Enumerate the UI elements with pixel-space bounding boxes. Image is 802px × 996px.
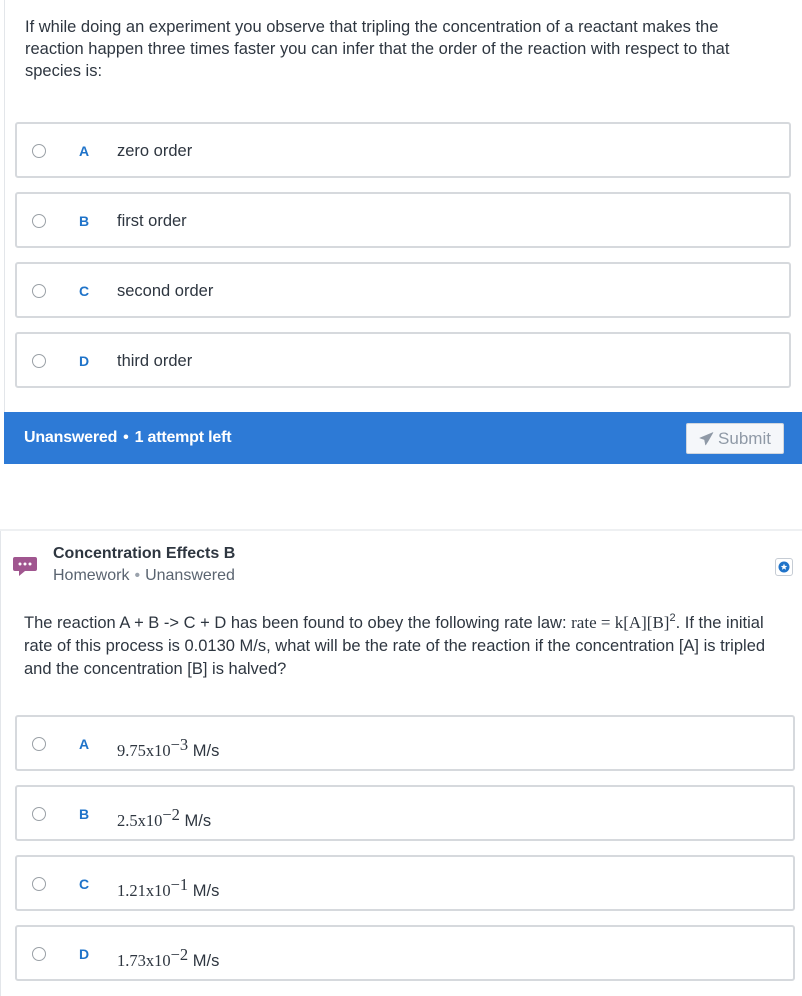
option-text: first order: [117, 212, 187, 230]
chat-bubble-icon: [13, 557, 37, 576]
question-title: Concentration Effects B: [53, 545, 236, 562]
radio-button[interactable]: [32, 144, 46, 158]
question-2-text: The reaction A + B -> C + D has been fou…: [24, 607, 784, 681]
option-letter: C: [79, 283, 90, 299]
q2-option-d[interactable]: D 1.73x10−2 M/s: [15, 925, 795, 981]
option-unit: M/s: [188, 882, 220, 900]
radio-button[interactable]: [32, 284, 46, 298]
option-letter: A: [79, 143, 90, 159]
radio-button[interactable]: [32, 214, 46, 228]
radio-button[interactable]: [32, 737, 46, 751]
subtitle-separator: •: [134, 567, 141, 584]
option-exponent: −2: [170, 945, 189, 964]
radio-button[interactable]: [32, 877, 46, 891]
option-letter: B: [79, 213, 90, 229]
attempts-left: 1 attempt left: [134, 429, 232, 446]
submit-button[interactable]: Submit: [686, 423, 784, 454]
question-subtitle: Homework • Unanswered: [53, 567, 235, 585]
option-unit: M/s: [188, 952, 220, 970]
question-category: Homework: [53, 567, 130, 584]
question-2-text-before: The reaction A + B -> C + D has been fou…: [24, 614, 572, 632]
option-text: second order: [117, 282, 214, 300]
status-state: Unanswered: [24, 429, 118, 446]
rate-law: rate = k[A][B]: [571, 613, 670, 632]
option-unit: M/s: [188, 742, 220, 760]
submit-label: Submit: [718, 429, 771, 448]
status-separator: •: [123, 429, 129, 446]
q1-option-a[interactable]: A zero order: [15, 122, 791, 178]
q2-option-c[interactable]: C 1.21x10−1 M/s: [15, 855, 795, 911]
option-exponent: −1: [170, 875, 189, 894]
question-2-card: A 9.75x10−3 M/s B 2.5x10−2 M/s C 1.21x10…: [0, 531, 802, 996]
option-letter: A: [79, 736, 90, 752]
option-exponent: −2: [162, 805, 180, 824]
answer-status-bar: Unanswered • 1 attempt left Submit: [4, 412, 802, 464]
option-text: 1.73x10−2 M/s: [117, 945, 219, 971]
radio-button[interactable]: [32, 947, 46, 961]
option-exponent: −3: [170, 735, 189, 754]
option-letter: B: [79, 806, 90, 822]
option-text: third order: [117, 352, 193, 370]
radio-button[interactable]: [32, 807, 46, 821]
option-mantissa: 1.73x10: [117, 951, 171, 970]
question-1-text: If while doing an experiment you observe…: [25, 18, 730, 80]
question-status: Unanswered: [145, 567, 235, 584]
star-icon: [778, 561, 790, 573]
send-icon: [699, 432, 714, 446]
option-mantissa: 1.21x10: [117, 881, 171, 900]
option-letter: D: [79, 946, 90, 962]
q1-option-c[interactable]: C second order: [15, 262, 791, 318]
q2-option-a[interactable]: A 9.75x10−3 M/s: [15, 715, 795, 771]
bookmark-button[interactable]: [775, 558, 793, 576]
option-mantissa: 2.5x10: [117, 811, 163, 830]
option-text: 2.5x10−2 M/s: [117, 805, 211, 831]
radio-button[interactable]: [32, 354, 46, 368]
q1-option-b[interactable]: B first order: [15, 192, 791, 248]
option-unit: M/s: [179, 812, 212, 830]
question-1-card: If while doing an experiment you observe…: [4, 0, 802, 464]
q2-option-b[interactable]: B 2.5x10−2 M/s: [15, 785, 795, 841]
status-text: Unanswered • 1 attempt left: [24, 429, 232, 447]
option-text: 1.21x10−1 M/s: [117, 875, 219, 901]
option-text: zero order: [117, 142, 193, 160]
option-text: 9.75x10−3 M/s: [117, 735, 219, 761]
option-mantissa: 9.75x10: [117, 741, 171, 760]
q1-option-d[interactable]: D third order: [15, 332, 791, 388]
option-letter: D: [79, 353, 90, 369]
option-letter: C: [79, 876, 90, 892]
